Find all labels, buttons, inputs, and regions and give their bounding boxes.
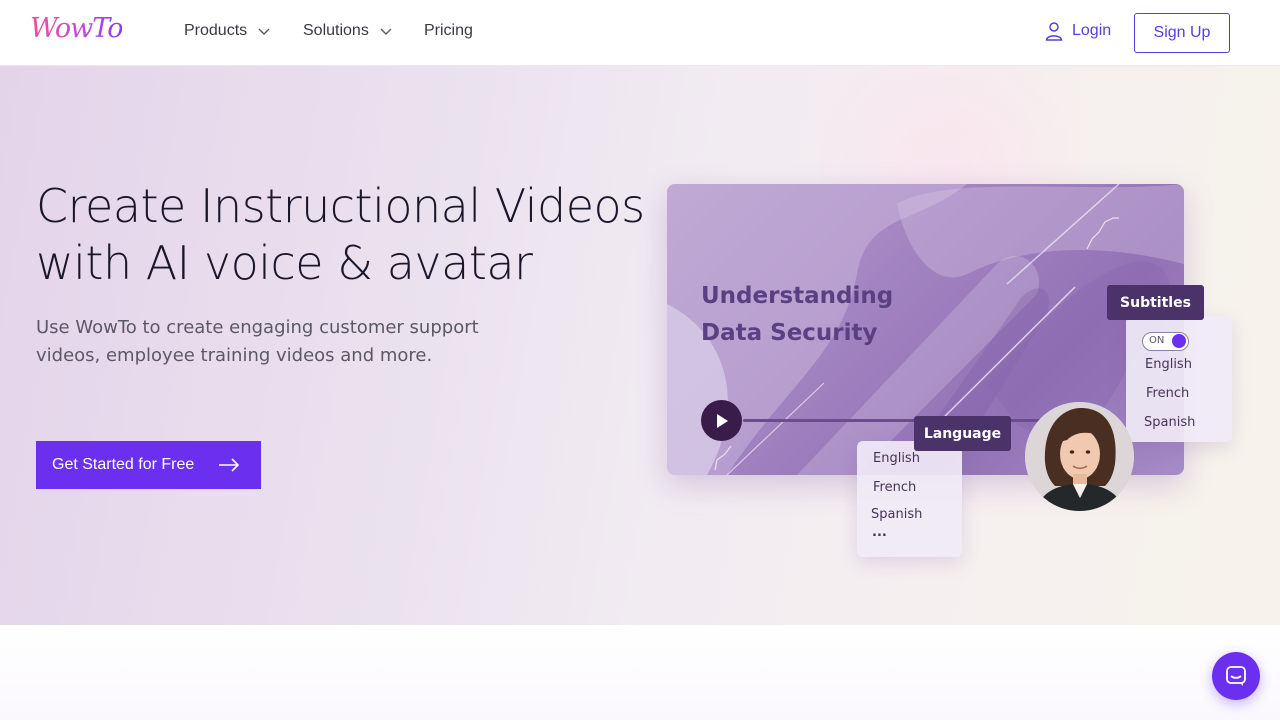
subtitle-option-english[interactable]: English	[1145, 357, 1192, 372]
subtitle-option-spanish[interactable]: Spanish	[1144, 415, 1195, 430]
subtitles-badge: Subtitles	[1107, 285, 1204, 320]
play-button[interactable]	[701, 400, 742, 441]
nav-pricing-label: Pricing	[424, 22, 473, 39]
avatar-portrait	[1025, 402, 1134, 511]
get-started-button[interactable]: Get Started for Free	[36, 441, 261, 489]
subtitles-toggle[interactable]: ON	[1142, 332, 1189, 351]
video-title-line2: Data Security	[701, 320, 878, 346]
avatar	[1025, 402, 1134, 511]
subtitles-panel: ON English French Spanish	[1126, 316, 1232, 442]
hero-title-line1: Create Instructional Videos	[36, 179, 645, 233]
nav-solutions-label: Solutions	[303, 22, 369, 39]
chat-launcher-button[interactable]	[1212, 652, 1260, 700]
toggle-knob	[1172, 334, 1186, 348]
login-button[interactable]: Login	[1044, 21, 1111, 41]
user-icon	[1045, 22, 1063, 41]
language-option-french[interactable]: French	[873, 480, 916, 495]
language-panel: English French Spanish ...	[857, 441, 962, 557]
hero-section: Create Instructional Videos with AI voic…	[0, 66, 1280, 625]
hero-subtitle: Use WowTo to create engaging customer su…	[36, 314, 506, 370]
chevron-down-icon	[258, 28, 270, 35]
hero-subtitle-line1: Use WowTo to create engaging customer su…	[36, 317, 479, 338]
language-option-spanish[interactable]: Spanish	[871, 507, 922, 522]
get-started-label: Get Started for Free	[52, 456, 195, 473]
video-title-line1: Understanding	[701, 283, 894, 309]
top-navbar: WowTo Products Solutions Pricing Login S…	[0, 0, 1280, 66]
chat-icon	[1226, 666, 1246, 686]
subtitle-option-french[interactable]: French	[1146, 386, 1189, 401]
signup-button[interactable]: Sign Up	[1134, 13, 1230, 53]
login-label: Login	[1072, 22, 1112, 39]
nav-products[interactable]: Products	[184, 22, 271, 40]
language-option-english[interactable]: English	[873, 451, 920, 466]
toggle-on-label: ON	[1149, 335, 1165, 346]
play-icon	[716, 413, 728, 428]
nav-pricing[interactable]: Pricing	[424, 22, 473, 40]
wowto-logo[interactable]: WowTo	[30, 11, 134, 51]
language-more[interactable]: ...	[872, 525, 887, 540]
arrow-right-icon	[219, 458, 240, 472]
video-title: Understanding Data Security	[701, 278, 961, 352]
hero-subtitle-line2: videos, employee training videos and mor…	[36, 345, 433, 366]
next-section	[0, 625, 1280, 720]
logo-text: WowTo	[30, 13, 123, 44]
language-badge: Language	[914, 416, 1011, 451]
nav-solutions[interactable]: Solutions	[303, 22, 393, 40]
nav-products-label: Products	[184, 22, 248, 39]
hero-title-line2: with AI voice & avatar	[36, 236, 533, 290]
chevron-down-icon	[380, 28, 392, 35]
hero-title: Create Instructional Videos with AI voic…	[36, 178, 656, 292]
